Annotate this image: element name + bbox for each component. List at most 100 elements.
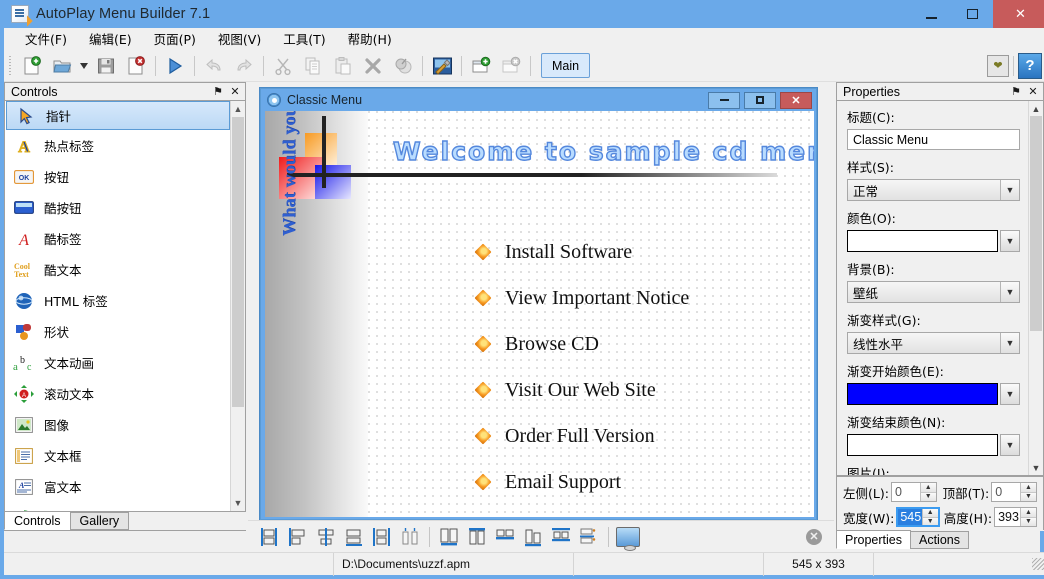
open-project-icon[interactable]: [48, 53, 76, 79]
chevron-down-icon[interactable]: ▼: [1000, 282, 1019, 302]
top-value[interactable]: 0: [992, 483, 1020, 501]
same-width-icon[interactable]: [436, 525, 462, 549]
resize-grip[interactable]: [1032, 558, 1044, 570]
cut-icon[interactable]: [269, 53, 297, 79]
vertical-prompt-text[interactable]: What would you like to do?: [279, 111, 300, 236]
sidebar-item-text-animation[interactable]: abc 文本动画: [5, 347, 231, 378]
help-button[interactable]: ?: [1018, 52, 1042, 79]
align-right-icon[interactable]: [285, 525, 311, 549]
sidebar-item-button[interactable]: OK 按钮: [5, 161, 231, 192]
scroll-down-arrow[interactable]: ▼: [1029, 460, 1043, 475]
heart-icon[interactable]: ❤: [987, 54, 1009, 77]
left-spinner[interactable]: 0 ▲ ▼: [890, 482, 937, 502]
center-in-page-horizontal-icon[interactable]: [492, 525, 518, 549]
run-preview-icon[interactable]: [161, 53, 189, 79]
height-spinner[interactable]: 393 ▲ ▼: [994, 507, 1037, 527]
menu-help[interactable]: 帮助(H): [337, 27, 403, 50]
sidebar-item-pointer[interactable]: 指针: [6, 101, 230, 130]
window-minimize-button[interactable]: [911, 3, 951, 25]
chevron-down-icon[interactable]: ▼: [1000, 383, 1020, 405]
top-spin-buttons[interactable]: ▲ ▼: [1019, 483, 1036, 501]
spin-down-icon[interactable]: ▼: [1021, 517, 1036, 526]
width-value[interactable]: 545: [898, 509, 922, 525]
close-icon[interactable]: ✕: [1026, 85, 1040, 99]
window-maximize-button[interactable]: [952, 3, 992, 25]
gradient-end-swatch[interactable]: [847, 434, 998, 456]
color-picker[interactable]: ▼: [847, 230, 1020, 252]
preview-monitor-icon[interactable]: [615, 525, 641, 551]
menu-file[interactable]: 文件(F): [14, 27, 78, 50]
align-bottom-icon[interactable]: [341, 525, 367, 549]
tab-actions[interactable]: Actions: [909, 531, 969, 549]
remove-page-icon[interactable]: [497, 53, 525, 79]
menu-edit[interactable]: 编辑(E): [78, 27, 143, 50]
chevron-down-icon[interactable]: ▼: [1000, 434, 1020, 456]
menu-item-row[interactable]: Install Software: [474, 229, 689, 275]
design-minimize-button[interactable]: [708, 91, 740, 109]
delete-icon[interactable]: [359, 53, 387, 79]
menu-tools[interactable]: 工具(T): [272, 27, 336, 50]
spin-down-icon[interactable]: ▼: [922, 517, 938, 525]
distribute-horizontal-icon[interactable]: [397, 525, 423, 549]
paste-icon[interactable]: [329, 53, 357, 79]
pin-icon[interactable]: ⚑: [1009, 85, 1023, 99]
gradient-end-color[interactable]: ▼: [847, 434, 1020, 456]
sidebar-item-image[interactable]: 图像: [5, 409, 231, 440]
spacing-icon[interactable]: [576, 525, 602, 549]
tools-icon[interactable]: [428, 53, 456, 79]
same-height-icon[interactable]: [464, 525, 490, 549]
properties-scrollbar[interactable]: ▲ ▼: [1028, 101, 1043, 475]
chevron-down-icon[interactable]: ▼: [1000, 230, 1020, 252]
window-close-button[interactable]: ✕: [993, 0, 1044, 28]
toolbar-grip[interactable]: [7, 55, 15, 76]
design-maximize-button[interactable]: [744, 91, 776, 109]
align-center-horizontal-icon[interactable]: [313, 525, 339, 549]
height-value[interactable]: 393: [995, 508, 1020, 526]
chevron-down-icon[interactable]: ▼: [1000, 333, 1019, 353]
spin-up-icon[interactable]: ▲: [922, 509, 938, 518]
align-left-icon[interactable]: [257, 525, 283, 549]
menu-item-row[interactable]: Browse CD: [474, 321, 689, 367]
sidebar-item-textbox[interactable]: 文本框: [5, 440, 231, 471]
sidebar-item-shape[interactable]: 形状: [5, 316, 231, 347]
spin-up-icon[interactable]: ▲: [920, 483, 936, 493]
size-to-grid-icon[interactable]: [548, 525, 574, 549]
close-project-icon[interactable]: [122, 53, 150, 79]
menu-item-row[interactable]: Order Full Version: [474, 413, 689, 459]
center-in-page-vertical-icon[interactable]: [520, 525, 546, 549]
redo-icon[interactable]: [230, 53, 258, 79]
menu-item-row[interactable]: Visit Our Web Site: [474, 367, 689, 413]
caption-field[interactable]: Classic Menu: [847, 129, 1020, 150]
sidebar-item-richtext[interactable]: A 富文本: [5, 471, 231, 502]
align-middle-icon[interactable]: [369, 525, 395, 549]
pin-icon[interactable]: ⚑: [211, 85, 225, 99]
sidebar-item-hotspot-label[interactable]: A 热点标签: [5, 130, 231, 161]
page-tab-main[interactable]: Main: [541, 53, 591, 78]
left-spin-buttons[interactable]: ▲ ▼: [919, 483, 936, 501]
undo-icon[interactable]: [200, 53, 228, 79]
design-close-button[interactable]: ✕: [780, 91, 812, 109]
menu-item-row[interactable]: Email Support: [474, 459, 689, 505]
scroll-down-arrow[interactable]: ▼: [231, 495, 245, 511]
scroll-up-arrow[interactable]: ▲: [1029, 101, 1043, 116]
new-project-icon[interactable]: [18, 53, 46, 79]
menu-view[interactable]: 视图(V): [207, 27, 272, 50]
sidebar-item-cool-text[interactable]: Cool Text 酷文本: [5, 254, 231, 285]
close-align-toolbar-button[interactable]: ✕: [806, 528, 822, 545]
menu-item-row[interactable]: View Important Notice: [474, 275, 689, 321]
gradient-style-combo[interactable]: 线性水平 ▼: [847, 332, 1020, 354]
gradient-start-swatch[interactable]: [847, 383, 998, 405]
background-combo[interactable]: 壁纸 ▼: [847, 281, 1020, 303]
sidebar-item-cool-button[interactable]: 酷按钮: [5, 192, 231, 223]
spin-down-icon[interactable]: ▼: [1020, 492, 1036, 501]
properties-icon[interactable]: [389, 53, 417, 79]
spin-up-icon[interactable]: ▲: [1020, 483, 1036, 493]
tab-properties[interactable]: Properties: [836, 530, 911, 549]
top-spinner[interactable]: 0 ▲ ▼: [991, 482, 1037, 502]
scroll-thumb[interactable]: [1030, 116, 1042, 331]
add-page-icon[interactable]: [467, 53, 495, 79]
scroll-up-arrow[interactable]: ▲: [231, 101, 245, 117]
style-combo[interactable]: 正常 ▼: [847, 179, 1020, 201]
chevron-down-icon[interactable]: ▼: [1000, 180, 1019, 200]
left-value[interactable]: 0: [892, 483, 920, 501]
